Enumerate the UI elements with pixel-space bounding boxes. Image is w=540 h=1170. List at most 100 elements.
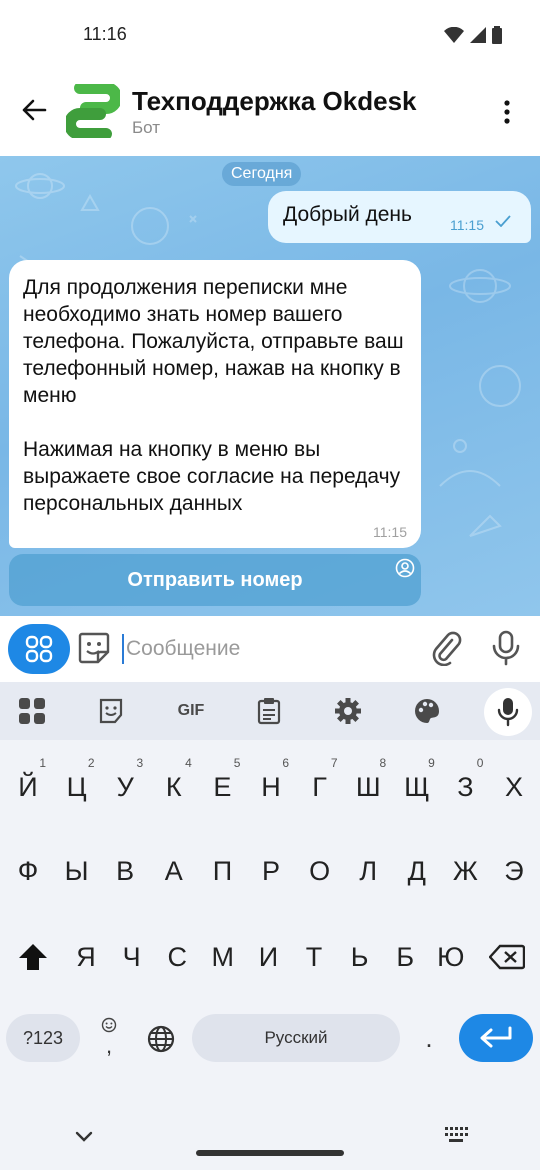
key-е[interactable]: Е5 [198, 756, 246, 816]
wifi-icon [444, 27, 464, 43]
clipboard-button[interactable] [252, 694, 286, 728]
keyboard-switch-button[interactable] [444, 1126, 468, 1146]
key-и[interactable]: И [244, 928, 292, 986]
incoming-message[interactable]: Для продолжения переписки мне необходимо… [9, 260, 421, 548]
key-й[interactable]: Й1 [4, 756, 52, 816]
navigation-bar [0, 1116, 540, 1170]
more-vert-icon [504, 100, 510, 124]
key-label: Ю [437, 941, 465, 972]
outgoing-message[interactable]: Добрый день 11:15 [268, 191, 531, 243]
key-у[interactable]: У3 [101, 756, 149, 816]
numbers-key[interactable]: ?123 [6, 1014, 80, 1062]
backspace-key[interactable] [482, 928, 532, 986]
hide-keyboard-button[interactable] [72, 1124, 96, 1148]
signal-icon [470, 27, 486, 43]
on-screen-keyboard: GIF ?123 , Русский . Й1Ц2У3К4Е5Н6Г7Ш8Щ9З… [0, 682, 540, 1170]
key-ю[interactable]: Ю [427, 928, 475, 986]
back-button[interactable] [16, 92, 52, 128]
comma-emoji-key[interactable]: , [86, 1010, 132, 1066]
shift-key[interactable] [8, 928, 58, 986]
key-number-hint: 2 [87, 756, 95, 770]
key-label: В [116, 855, 135, 886]
key-label: Ш [355, 771, 381, 802]
sticker-button[interactable] [76, 630, 114, 668]
space-key[interactable]: Русский [192, 1014, 400, 1062]
key-ф[interactable]: Ф [4, 842, 52, 900]
key-д[interactable]: Д [393, 842, 441, 900]
key-ы[interactable]: Ы [53, 842, 101, 900]
key-б[interactable]: Б [381, 928, 429, 986]
key-label: Ф [17, 855, 39, 886]
key-label: Г [312, 771, 327, 802]
more-options-button[interactable] [492, 92, 522, 132]
key-щ[interactable]: Щ9 [393, 756, 441, 816]
key-л[interactable]: Л [344, 842, 392, 900]
key-т[interactable]: Т [290, 928, 338, 986]
enter-icon [480, 1026, 512, 1048]
key-label: О [309, 855, 331, 886]
key-number-hint: 9 [428, 756, 435, 770]
outgoing-message-time: 11:15 [450, 217, 484, 233]
key-ч[interactable]: Ч [108, 928, 156, 986]
keyboard-icon [445, 1127, 468, 1142]
key-label: А [164, 855, 183, 886]
key-к[interactable]: К4 [150, 756, 198, 816]
apps-grid-icon [19, 698, 45, 724]
key-н[interactable]: Н6 [247, 756, 295, 816]
key-р[interactable]: Р [247, 842, 295, 900]
key-а[interactable]: А [150, 842, 198, 900]
keyboard-settings-button[interactable] [331, 694, 365, 728]
bot-avatar[interactable] [64, 82, 122, 140]
enter-key[interactable] [459, 1014, 533, 1062]
key-ш[interactable]: Ш8 [344, 756, 392, 816]
key-в[interactable]: В [101, 842, 149, 900]
status-icons [444, 26, 502, 44]
key-label: Ы [64, 855, 89, 886]
send-number-label: Отправить номер [127, 568, 303, 591]
key-г[interactable]: Г7 [296, 756, 344, 816]
key-м[interactable]: М [199, 928, 247, 986]
period-key[interactable]: . [406, 1014, 452, 1062]
key-э[interactable]: Э [490, 842, 538, 900]
send-number-button[interactable]: Отправить номер [9, 554, 421, 606]
emoji-icon [101, 1017, 117, 1033]
chat-title[interactable]: Техподдержка Okdesk [132, 86, 417, 117]
key-ь[interactable]: Ь [336, 928, 384, 986]
key-с[interactable]: С [153, 928, 201, 986]
home-gesture-handle[interactable] [196, 1150, 344, 1156]
voice-message-button[interactable] [488, 630, 526, 668]
attach-button[interactable] [428, 630, 466, 668]
key-о[interactable]: О [296, 842, 344, 900]
bot-menu-button[interactable] [8, 624, 70, 674]
key-label: Л [359, 855, 378, 886]
key-ц[interactable]: Ц2 [53, 756, 101, 816]
key-label: Р [261, 855, 280, 886]
status-time: 11:16 [83, 24, 127, 44]
chat-messages[interactable]: Сегодня Добрый день 11:15 Для продолжени… [0, 156, 540, 616]
keyboard-toolbar: GIF [0, 682, 540, 740]
key-ж[interactable]: Ж [441, 842, 489, 900]
language-switch-key[interactable] [138, 1016, 184, 1062]
key-п[interactable]: П [198, 842, 246, 900]
clipboard-icon [257, 698, 281, 725]
key-я[interactable]: Я [62, 928, 110, 986]
key-label: М [211, 941, 235, 972]
keyboard-sticker-button[interactable] [94, 694, 128, 728]
globe-icon [147, 1025, 175, 1053]
gif-button[interactable]: GIF [171, 694, 211, 728]
okdesk-logo-icon [64, 82, 122, 140]
key-з[interactable]: З0 [441, 756, 489, 816]
key-label: Е [213, 771, 232, 802]
sticker-icon [99, 698, 123, 724]
key-label: Щ [404, 771, 430, 802]
voice-input-button[interactable] [484, 688, 532, 736]
key-number-hint: 3 [136, 756, 144, 770]
outgoing-message-text: Добрый день [283, 203, 412, 226]
apps-grid-button[interactable] [15, 694, 49, 728]
message-input[interactable] [122, 634, 412, 664]
theme-button[interactable] [410, 694, 444, 728]
key-number-hint: 1 [39, 756, 46, 770]
key-х[interactable]: Х [490, 758, 538, 816]
check-icon [495, 215, 511, 227]
key-number-hint: 8 [379, 756, 387, 770]
